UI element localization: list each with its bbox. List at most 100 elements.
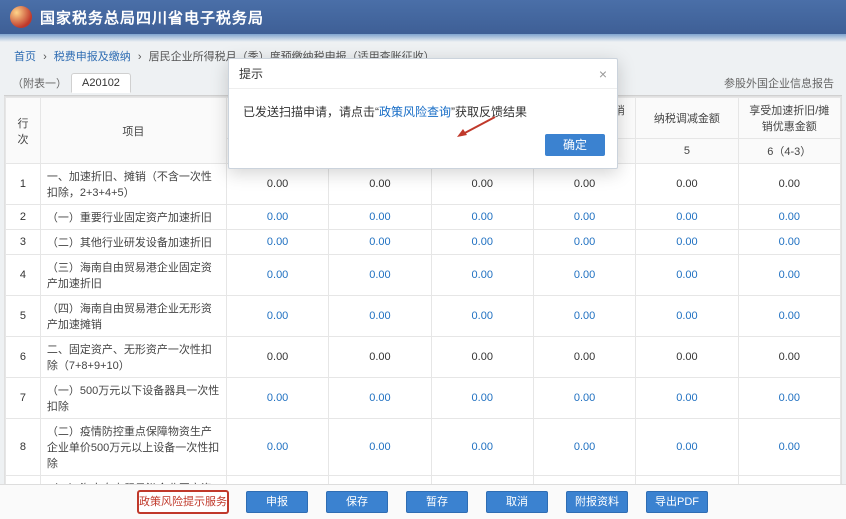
footer-actions: 政策风险提示服务 申报 保存 暂存 取消 附报资料 导出PDF <box>0 484 846 519</box>
cell-value[interactable]: 0.00 <box>533 205 635 230</box>
cell-value: 0.00 <box>431 164 533 205</box>
cell-value[interactable]: 0.00 <box>738 255 840 296</box>
row-item: （一）500万元以下设备器具一次性扣除 <box>40 378 226 419</box>
cell-value[interactable]: 0.00 <box>329 230 431 255</box>
col-5: 纳税调减金额 <box>636 98 738 139</box>
breadcrumb-home[interactable]: 首页 <box>14 51 36 63</box>
cell-value[interactable]: 0.00 <box>636 255 738 296</box>
cell-value[interactable]: 0.00 <box>431 419 533 476</box>
cell-value[interactable]: 0.00 <box>226 205 328 230</box>
row-item: 一、加速折旧、摊销（不含一次性扣除，2+3+4+5） <box>40 164 226 205</box>
export-button[interactable]: 导出PDF <box>646 491 708 513</box>
table-row: 1一、加速折旧、摊销（不含一次性扣除，2+3+4+5）0.000.000.000… <box>6 164 841 205</box>
cell-value[interactable]: 0.00 <box>431 296 533 337</box>
cell-value: 0.00 <box>636 337 738 378</box>
tab-active[interactable]: A20102 <box>71 73 131 93</box>
cell-value: 0.00 <box>533 164 635 205</box>
cell-value[interactable]: 0.00 <box>226 230 328 255</box>
cell-value[interactable]: 0.00 <box>738 205 840 230</box>
cell-value[interactable]: 0.00 <box>226 419 328 476</box>
app-title: 国家税务总局四川省电子税务局 <box>40 7 264 28</box>
declare-button[interactable]: 申报 <box>246 491 308 513</box>
cell-value: 0.00 <box>738 337 840 378</box>
col-item: 项目 <box>40 98 226 164</box>
cell-value[interactable]: 0.00 <box>533 419 635 476</box>
tab-right-note: 参股外国企业信息报告 <box>724 75 842 91</box>
cell-value[interactable]: 0.00 <box>636 378 738 419</box>
cell-value[interactable]: 0.00 <box>329 419 431 476</box>
policy-risk-link[interactable]: 政策风险查询 <box>379 105 451 119</box>
cell-value[interactable]: 0.00 <box>738 296 840 337</box>
table-row: 4（三）海南自由贸易港企业固定资产加速折旧0.000.000.000.000.0… <box>6 255 841 296</box>
tab-prefix: （附表一） <box>12 75 67 91</box>
cell-value[interactable]: 0.00 <box>636 205 738 230</box>
row-index: 8 <box>6 419 41 476</box>
cell-value[interactable]: 0.00 <box>431 205 533 230</box>
cell-value: 0.00 <box>329 164 431 205</box>
row-index: 6 <box>6 337 41 378</box>
cell-value[interactable]: 0.00 <box>226 378 328 419</box>
modal-text-post: ”获取反馈结果 <box>451 105 527 119</box>
cell-value[interactable]: 0.00 <box>329 378 431 419</box>
cell-value[interactable]: 0.00 <box>533 378 635 419</box>
cell-value[interactable]: 0.00 <box>636 419 738 476</box>
row-index: 4 <box>6 255 41 296</box>
col-idx: 行次 <box>6 98 41 164</box>
cell-value[interactable]: 0.00 <box>226 296 328 337</box>
cell-value[interactable]: 0.00 <box>431 230 533 255</box>
cell-value[interactable]: 0.00 <box>738 378 840 419</box>
cell-value[interactable]: 0.00 <box>533 230 635 255</box>
cell-value: 0.00 <box>431 337 533 378</box>
row-index: 2 <box>6 205 41 230</box>
table-row: 2（一）重要行业固定资产加速折旧0.000.000.000.000.000.00 <box>6 205 841 230</box>
table-row: 7（一）500万元以下设备器具一次性扣除0.000.000.000.000.00… <box>6 378 841 419</box>
cell-value[interactable]: 0.00 <box>431 378 533 419</box>
cell-value[interactable]: 0.00 <box>533 296 635 337</box>
cell-value[interactable]: 0.00 <box>636 230 738 255</box>
cell-value[interactable]: 0.00 <box>533 255 635 296</box>
cancel-button[interactable]: 取消 <box>486 491 548 513</box>
row-item: （四）海南自由贸易港企业无形资产加速摊销 <box>40 296 226 337</box>
close-icon[interactable]: × <box>599 67 607 81</box>
row-index: 1 <box>6 164 41 205</box>
cell-value[interactable]: 0.00 <box>431 255 533 296</box>
table-row: 3（二）其他行业研发设备加速折旧0.000.000.000.000.000.00 <box>6 230 841 255</box>
sub-6: 6（4-3） <box>738 139 840 164</box>
cell-value[interactable]: 0.00 <box>329 205 431 230</box>
save-button[interactable]: 保存 <box>326 491 388 513</box>
row-item: 二、固定资产、无形资产一次性扣除（7+8+9+10） <box>40 337 226 378</box>
cell-value[interactable]: 0.00 <box>636 296 738 337</box>
policy-risk-button[interactable]: 政策风险提示服务 <box>138 491 228 513</box>
modal-title: 提示 <box>239 65 263 82</box>
tempsave-button[interactable]: 暂存 <box>406 491 468 513</box>
app-header: 国家税务总局四川省电子税务局 <box>0 0 846 34</box>
tip-modal: 提示 × 已发送扫描申请，请点击“政策风险查询”获取反馈结果 确定 <box>228 58 618 169</box>
skyline-decor <box>0 34 846 42</box>
row-item: （三）海南自由贸易港企业固定资产加速折旧 <box>40 255 226 296</box>
attach-button[interactable]: 附报资料 <box>566 491 628 513</box>
row-item: （二）疫情防控重点保障物资生产企业单价500万元以上设备一次性扣除 <box>40 419 226 476</box>
cell-value[interactable]: 0.00 <box>329 296 431 337</box>
ok-button[interactable]: 确定 <box>545 134 605 156</box>
cell-value[interactable]: 0.00 <box>738 230 840 255</box>
cell-value: 0.00 <box>329 337 431 378</box>
sub-5: 5 <box>636 139 738 164</box>
cell-value[interactable]: 0.00 <box>329 255 431 296</box>
col-6: 享受加速折旧/摊销优惠金额 <box>738 98 840 139</box>
cell-value: 0.00 <box>738 164 840 205</box>
cell-value: 0.00 <box>226 337 328 378</box>
row-index: 5 <box>6 296 41 337</box>
cell-value[interactable]: 0.00 <box>226 255 328 296</box>
modal-text-pre: 已发送扫描申请，请点击“ <box>243 105 379 119</box>
row-index: 3 <box>6 230 41 255</box>
row-item: （一）重要行业固定资产加速折旧 <box>40 205 226 230</box>
cell-value: 0.00 <box>636 164 738 205</box>
cell-value: 0.00 <box>533 337 635 378</box>
row-item: （二）其他行业研发设备加速折旧 <box>40 230 226 255</box>
cell-value[interactable]: 0.00 <box>738 419 840 476</box>
breadcrumb-a[interactable]: 税费申报及缴纳 <box>54 51 131 63</box>
table-row: 6二、固定资产、无形资产一次性扣除（7+8+9+10）0.000.000.000… <box>6 337 841 378</box>
row-index: 7 <box>6 378 41 419</box>
table-row: 8（二）疫情防控重点保障物资生产企业单价500万元以上设备一次性扣除0.000.… <box>6 419 841 476</box>
emblem-icon <box>10 6 32 28</box>
